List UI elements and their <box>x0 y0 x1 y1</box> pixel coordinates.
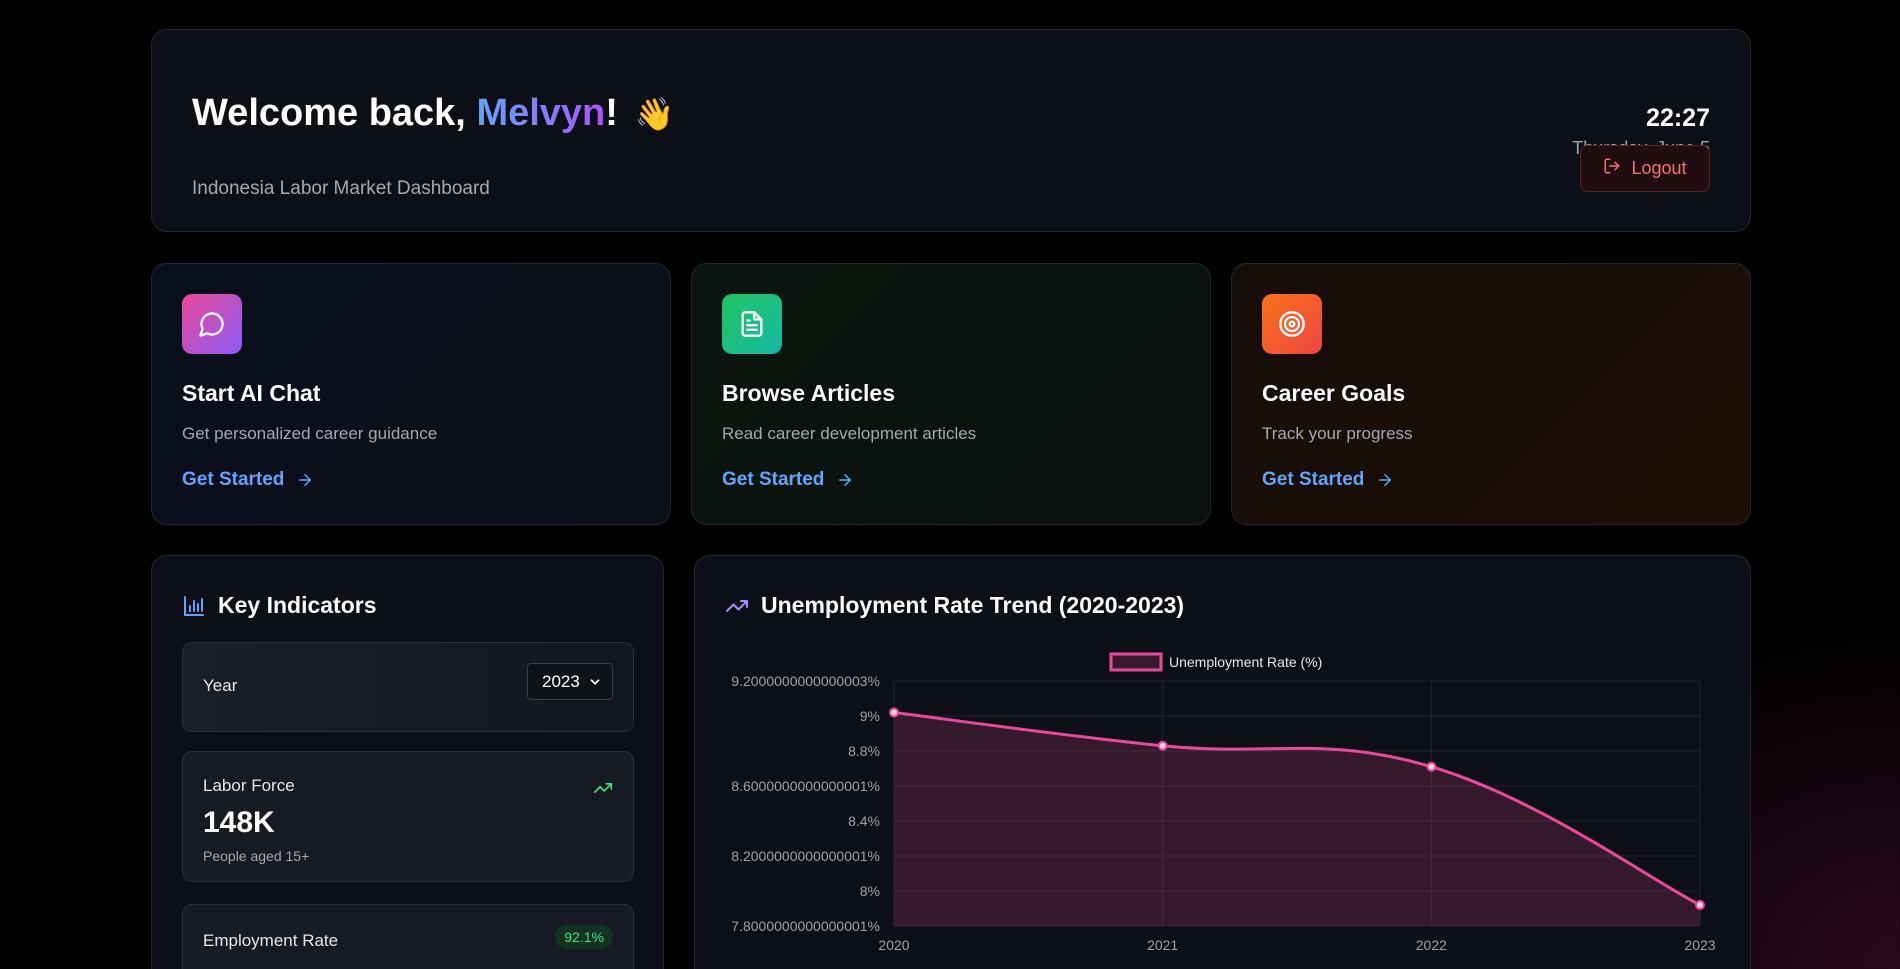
chevron-down-icon <box>590 678 600 685</box>
section-title: Key Indicators <box>218 592 377 618</box>
wave-icon: 👋 <box>634 96 675 132</box>
y-tick-label: 9% <box>860 708 880 724</box>
start-ai-chat-card[interactable]: Start AI Chat Get personalized career gu… <box>151 263 671 525</box>
chat-bubble-icon <box>182 294 242 354</box>
feature-title: Career Goals <box>1262 380 1406 406</box>
labor-force-label: Labor Force <box>203 776 295 795</box>
legend-swatch <box>1109 652 1163 672</box>
arrow-right-icon <box>1379 474 1392 486</box>
get-started-label: Get Started <box>182 469 285 490</box>
greeting-text: Welcome back, <box>192 92 477 134</box>
get-started-label: Get Started <box>1262 469 1365 490</box>
feature-title: Start AI Chat <box>182 380 321 406</box>
labor-force-value: 148K <box>203 806 275 839</box>
x-tick-label: 2021 <box>1147 937 1178 953</box>
year-select-value: 2023 <box>542 671 580 691</box>
year-label: Year <box>203 676 238 695</box>
browse-articles-card[interactable]: Browse Articles Read career development … <box>691 263 1211 525</box>
get-started-link[interactable]: Get Started <box>1262 469 1394 491</box>
logout-icon <box>1603 157 1621 180</box>
y-tick-label: 8.4% <box>848 813 880 829</box>
arrow-right-icon <box>839 474 852 486</box>
x-tick-label: 2020 <box>878 937 909 953</box>
get-started-link[interactable]: Get Started <box>182 469 314 491</box>
y-tick-label: 9.2000000000000003% <box>731 673 880 689</box>
unemployment-line-chart: 9.2000000000000003% 9% 8.8% 8.6000000000000… <box>731 652 1716 953</box>
y-tick-label: 8.2000000000000001% <box>731 848 880 864</box>
year-select[interactable]: 2023 <box>527 663 613 700</box>
get-started-label: Get Started <box>722 469 825 490</box>
key-indicators-panel: Key Indicators Year 2023 Labor Force 148… <box>151 555 664 969</box>
get-started-link[interactable]: Get Started <box>722 469 854 491</box>
y-tick-label: 7.8000000000000001% <box>731 918 880 934</box>
data-point <box>1695 900 1705 910</box>
data-point <box>1426 761 1437 772</box>
labor-force-subtitle: People aged 15+ <box>203 848 310 864</box>
employment-rate-label: Employment Rate <box>203 931 339 950</box>
welcome-header: Welcome back, Melvyn! 👋 Indonesia Labor … <box>151 29 1751 232</box>
y-tick-label: 8.6000000000000001% <box>731 778 880 794</box>
greeting-exclaim: ! <box>605 92 618 134</box>
feature-description: Track your progress <box>1262 424 1413 443</box>
target-icon <box>1262 294 1322 354</box>
year-filter: Year 2023 <box>182 642 634 732</box>
document-icon <box>722 294 782 354</box>
legend-label: Unemployment Rate (%) <box>1169 654 1322 670</box>
data-point <box>1157 740 1168 751</box>
logout-button[interactable]: Logout <box>1580 145 1710 192</box>
trending-up-icon <box>593 783 613 793</box>
current-time: 22:27 <box>1646 104 1710 132</box>
user-name: Melvyn <box>476 92 606 134</box>
data-point <box>889 707 899 718</box>
arrow-right-icon <box>299 474 312 486</box>
employment-rate-badge: 92.1% <box>555 925 613 949</box>
feature-description: Read career development articles <box>722 424 977 443</box>
y-tick-label: 8% <box>860 883 880 899</box>
bar-chart-icon <box>184 595 204 616</box>
employment-rate-card: Employment Rate 92.1% <box>182 904 634 969</box>
feature-title: Browse Articles <box>722 380 895 406</box>
labor-force-card: Labor Force 148K People aged 15+ <box>182 751 634 882</box>
key-indicators-heading: Key Indicators <box>182 592 377 619</box>
welcome-heading: Welcome back, Melvyn! 👋 <box>192 92 674 135</box>
feature-description: Get personalized career guidance <box>182 424 438 443</box>
x-tick-label: 2022 <box>1416 937 1447 953</box>
dashboard-subtitle: Indonesia Labor Market Dashboard <box>192 178 490 199</box>
series-area-fill <box>894 712 1700 926</box>
y-tick-label: 8.8% <box>848 743 880 759</box>
x-tick-label: 2023 <box>1684 937 1715 953</box>
career-goals-card[interactable]: Career Goals Track your progress Get Sta… <box>1231 263 1751 525</box>
logout-label: Logout <box>1631 158 1687 178</box>
unemployment-trend-panel: Unemployment Rate Trend (2020-2023) 9.20… <box>694 555 1751 969</box>
